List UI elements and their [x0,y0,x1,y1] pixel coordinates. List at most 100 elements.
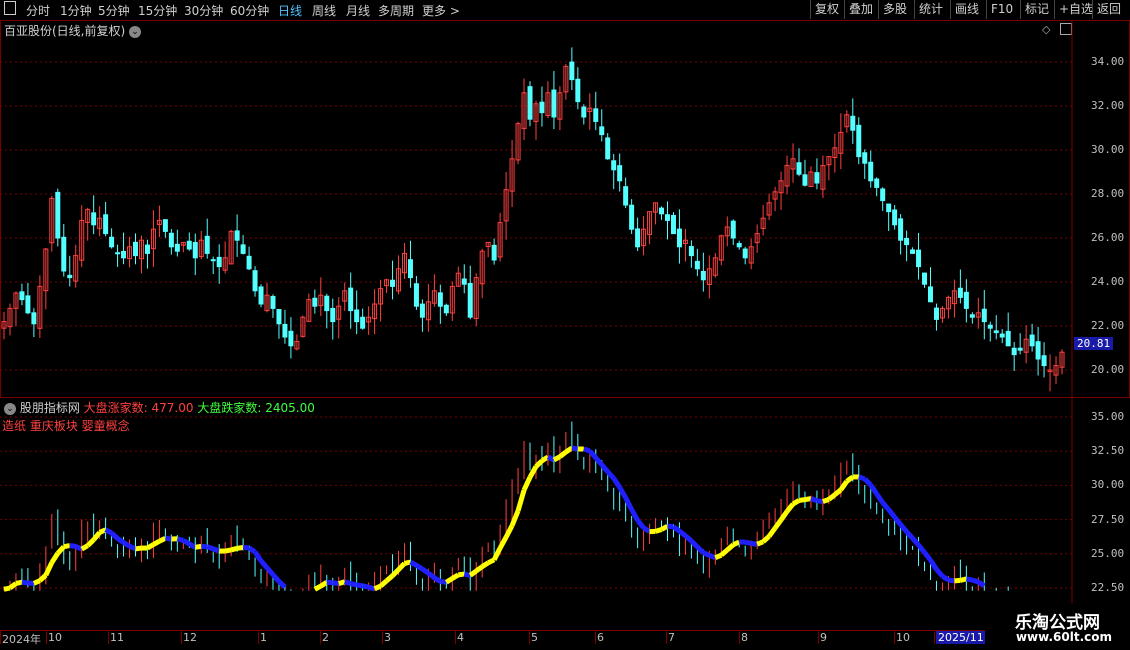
indicator-line-segment [587,449,598,460]
indicator-line-segment [503,524,515,539]
indicator-line-segment [326,579,333,586]
candle-body [324,295,330,312]
candle-body [288,330,294,347]
candle-body [700,270,706,281]
down-count: 大盘跌家数: 2405.00 [197,401,315,415]
tab-7[interactable]: 周线 [312,2,336,19]
indicator-line-segment [689,539,700,549]
candle-body [19,291,25,301]
tab-10[interactable]: 更多 > [422,2,460,19]
indicator-line-segment [230,545,238,553]
tab-1[interactable]: 1分钟 [60,2,92,19]
candle-body [993,330,999,334]
indicator-line-segment [898,522,909,534]
toolbar-button-4[interactable]: 画线 [950,0,983,19]
candle-body [491,244,497,261]
toolbar-button-1[interactable]: 叠加 [844,0,877,19]
tab-0[interactable]: 分时 [26,2,50,19]
indicator-line-segment [444,576,454,585]
candle-body [927,286,933,303]
price-tick: 26.00 [1091,231,1125,244]
indicator-line-segment [702,550,711,558]
indicator-name[interactable]: 股朋指标网 [20,401,80,415]
indicator-line-segment [971,577,980,585]
tab-2[interactable]: 5分钟 [98,2,130,19]
indicator-line-segment [265,566,275,577]
indicator-line-segment [934,567,945,578]
candle-body [575,78,581,103]
time-tick [0,630,1,644]
time-label: 7 [668,631,675,644]
candle-body [1041,355,1047,367]
indicator-line-segment [415,563,424,572]
indicator-line-segment [356,582,363,589]
candle-body [282,323,288,338]
indicator-line-segment [468,569,478,578]
indicator-line-segment [176,536,184,543]
time-tick [181,630,182,644]
toolbar-button-3[interactable]: 统计 [914,0,947,19]
indicator-line-segment [714,552,723,560]
indicator-line-segment [421,567,430,576]
candle-body [246,255,252,270]
indicator-line-segment [390,567,401,578]
tab-9[interactable]: 多周期 [378,2,414,19]
indicator-line-segment [491,546,503,561]
candle-body [981,308,987,323]
indicator-tick: 22.50 [1091,581,1125,594]
candle-body [168,232,174,248]
indicator-line-segment [43,561,55,577]
tab-4[interactable]: 30分钟 [184,2,223,19]
indicator-line-segment [838,479,849,492]
indicator-line-segment [623,496,634,511]
indicator-line-segment [617,486,628,499]
candle-body [605,137,611,160]
indicator-line-segment [593,456,604,467]
toolbar-button-7[interactable]: +自选 [1054,0,1097,19]
indicator-line-segment [212,546,221,554]
candle-body [664,214,670,221]
candle-body [862,152,868,164]
time-label: 2025/11 [936,631,986,644]
candle-body [91,212,97,226]
toolbar-button-0[interactable]: 复权 [810,0,843,19]
candle-body [933,307,939,320]
indicator-line-segment [904,529,915,540]
time-label: 5 [531,631,538,644]
tab-3[interactable]: 15分钟 [138,2,177,19]
toolbar-button-5[interactable]: F10 [986,0,1017,19]
indicator-line-segment [708,553,717,560]
indicator-line-segment [384,573,395,583]
time-label: 10 [48,631,62,644]
indicator-line-segment [497,535,509,550]
candle-body [736,243,742,248]
indicator-line-segment [152,539,161,547]
toolbar-button-2[interactable]: 多股 [878,0,911,19]
time-tick [666,630,667,644]
indicator-line-segment [236,545,244,551]
tab-6[interactable]: 日线 [278,2,302,19]
time-label: 1 [260,631,267,644]
candle-body [133,241,139,257]
tab-5[interactable]: 60分钟 [230,2,269,19]
chevron-down-icon[interactable]: ⌄ [4,402,16,415]
time-label: 11 [110,631,124,644]
tab-8[interactable]: 月线 [346,2,370,19]
candle-body [910,249,916,254]
candle-body [987,324,993,329]
toolbar-button-6[interactable]: 标记 [1020,0,1053,19]
indicator-line-segment [822,497,830,504]
up-count: 大盘涨家数: 477.00 [83,401,194,415]
candle-body [192,242,198,259]
indicator-line-segment [474,564,484,574]
toolbar-button-8[interactable]: 返回 [1092,0,1125,19]
price-tick: 32.00 [1091,99,1125,112]
chart-svg [0,20,1073,630]
candle-body [413,283,419,307]
candle-body [796,162,802,175]
candle-body [174,243,180,252]
menu-icon[interactable] [4,1,16,18]
candle-body [25,295,31,314]
indicator-line-segment [667,523,674,530]
candle-body [617,165,623,182]
